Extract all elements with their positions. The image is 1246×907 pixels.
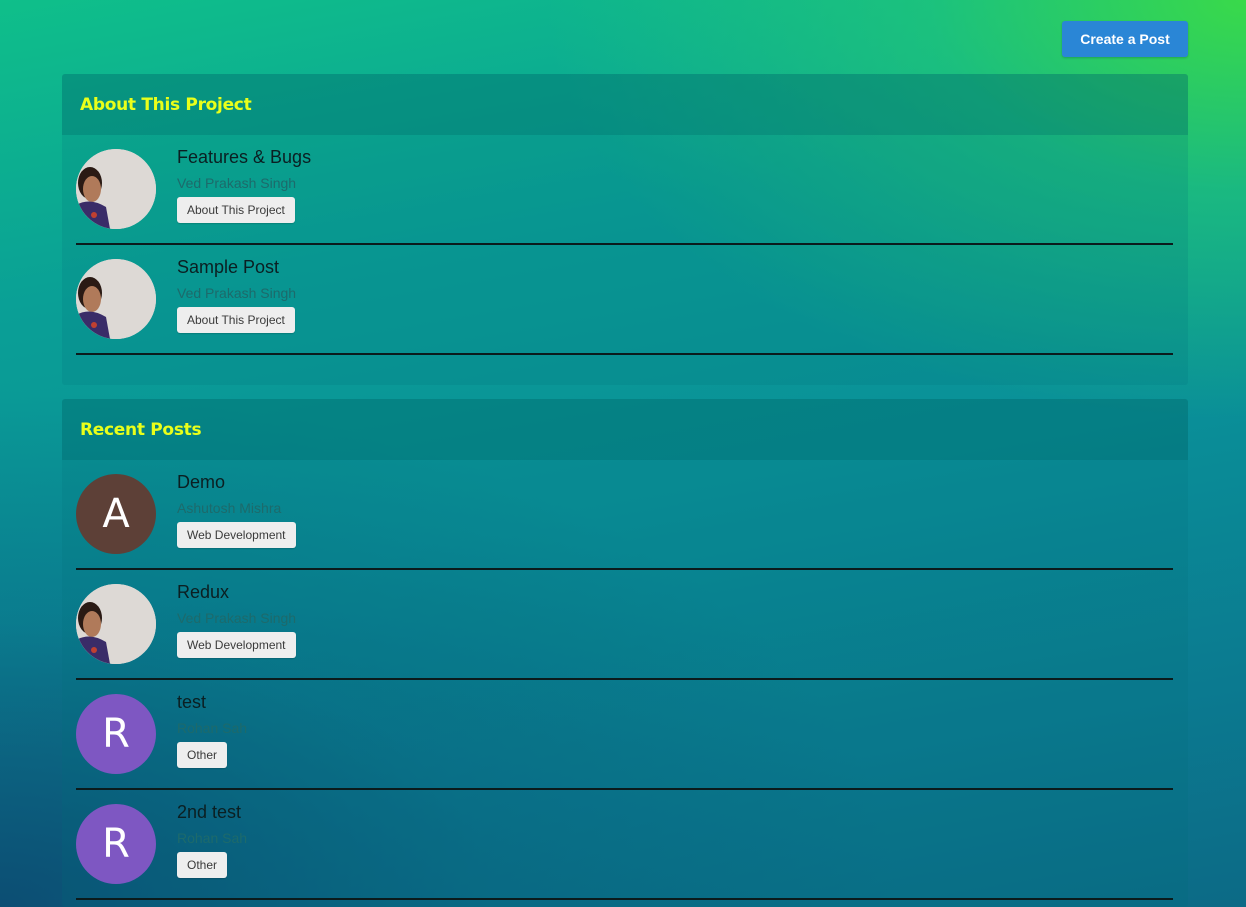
post-author: Ved Prakash Singh [177, 175, 297, 191]
category-tag[interactable]: About This Project [177, 307, 295, 333]
post-author: Ashutosh Mishra [177, 500, 282, 516]
post-title[interactable]: Sample Post [177, 257, 279, 278]
category-tag[interactable]: About This Project [177, 197, 295, 223]
category-tag[interactable]: Other [177, 852, 228, 878]
recent-posts-panel: Recent Posts A Demo Ashutosh Mishra Web … [62, 399, 1188, 907]
create-post-button[interactable]: Create a Post [1062, 21, 1188, 57]
post-title[interactable]: test [177, 692, 206, 713]
post-title[interactable]: Demo [177, 472, 225, 493]
user-avatar-letter: R [76, 804, 156, 884]
section-title: About This Project [80, 94, 252, 115]
about-project-panel: About This Project Features & Bugs Ved P… [62, 74, 1188, 385]
post-title[interactable]: Features & Bugs [177, 147, 311, 168]
section-title: Recent Posts [80, 419, 202, 440]
post-title[interactable]: Redux [177, 582, 229, 603]
list-item[interactable]: R 2nd test Rohan Sah Other [76, 790, 1173, 900]
category-tag[interactable]: Web Development [177, 522, 296, 548]
person-photo-icon [76, 584, 156, 664]
post-author: Rohan Sah [177, 720, 248, 736]
user-avatar-photo [76, 584, 156, 664]
list-item[interactable]: R test Rohan Sah Other [76, 680, 1173, 790]
about-project-header: About This Project [62, 74, 1188, 135]
post-author: Ved Prakash Singh [177, 610, 297, 626]
list-item[interactable]: Sample Post Ved Prakash Singh About This… [76, 245, 1173, 355]
user-avatar-photo [76, 149, 156, 229]
category-tag[interactable]: Web Development [177, 632, 296, 658]
user-avatar-letter: R [76, 694, 156, 774]
list-item[interactable]: A Demo Ashutosh Mishra Web Development [76, 460, 1173, 570]
user-avatar-letter: A [76, 474, 156, 554]
post-title[interactable]: 2nd test [177, 802, 241, 823]
list-item[interactable]: Features & Bugs Ved Prakash Singh About … [76, 135, 1173, 245]
category-tag[interactable]: Other [177, 742, 228, 768]
person-photo-icon [76, 149, 156, 229]
list-item[interactable]: Redux Ved Prakash Singh Web Development [76, 570, 1173, 680]
person-photo-icon [76, 259, 156, 339]
post-author: Ved Prakash Singh [177, 285, 297, 301]
post-author: Rohan Sah [177, 830, 248, 846]
recent-posts-header: Recent Posts [62, 399, 1188, 460]
user-avatar-photo [76, 259, 156, 339]
